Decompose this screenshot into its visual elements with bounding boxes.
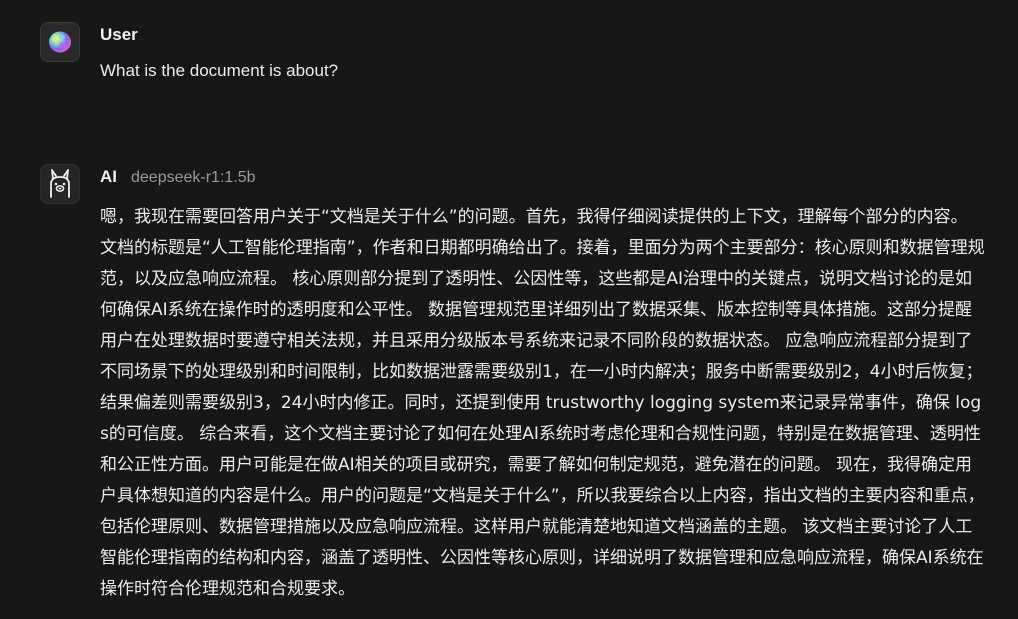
colorful-blob-avatar-icon xyxy=(49,31,71,53)
ai-name-row: AI deepseek-r1:1.5b xyxy=(100,164,998,190)
model-name-label: deepseek-r1:1.5b xyxy=(131,169,256,186)
user-name: User xyxy=(100,25,138,44)
user-name-row: User xyxy=(100,22,998,48)
llama-avatar-icon xyxy=(50,169,70,198)
ai-message-text: 嗯，我现在需要回答用户关于“文档是关于什么”的问题。首先，我得仔细阅读提供的上下… xyxy=(100,207,985,599)
user-message-body: User What is the document is about? xyxy=(100,22,998,84)
ai-avatar-icon xyxy=(40,164,80,204)
chat-thread: User What is the document is about? AI d… xyxy=(0,0,1018,619)
user-message-text: What is the document is about? xyxy=(100,61,339,80)
user-avatar-icon xyxy=(40,22,80,62)
ai-name: AI xyxy=(100,167,117,186)
ai-message-body: AI deepseek-r1:1.5b 嗯，我现在需要回答用户关于“文档是关于什… xyxy=(100,164,998,605)
